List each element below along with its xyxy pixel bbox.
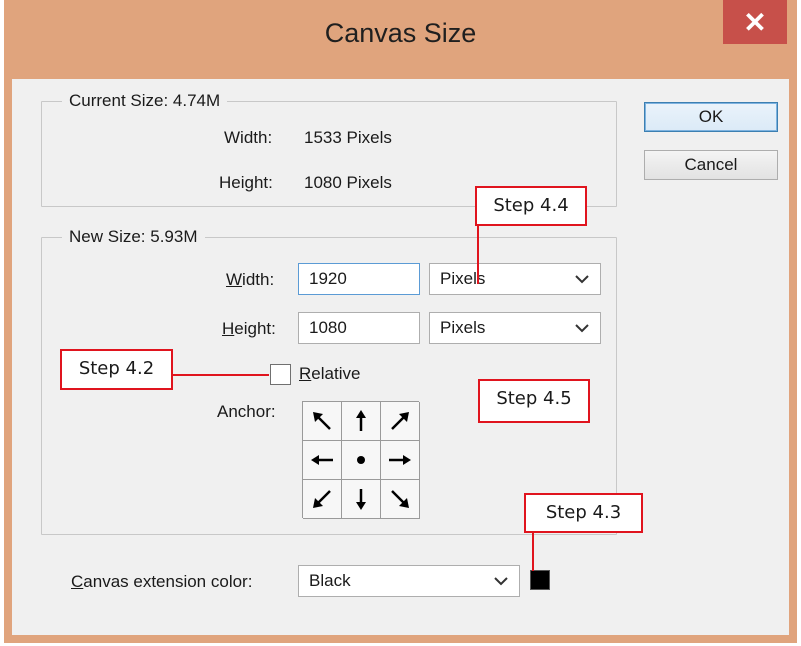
new-height-label: Height: bbox=[222, 318, 276, 340]
anchor-bottom[interactable] bbox=[342, 480, 381, 519]
step-4-4-connector bbox=[477, 224, 479, 284]
current-height-label: Height: bbox=[219, 173, 273, 192]
extension-color-label-mnemonic: C bbox=[71, 572, 84, 591]
arrow-down-left-icon bbox=[313, 490, 331, 508]
anchor-bottom-right[interactable] bbox=[381, 480, 420, 519]
new-height-input[interactable]: 1080 bbox=[298, 312, 420, 344]
new-height-label-mnemonic: H bbox=[222, 319, 235, 338]
current-width-label: Width: bbox=[224, 128, 273, 147]
anchor-label: Anchor: bbox=[217, 402, 276, 421]
extension-color-value: Black bbox=[309, 571, 351, 590]
relative-label-mnemonic: R bbox=[299, 364, 312, 383]
anchor-top[interactable] bbox=[342, 402, 381, 441]
close-button[interactable]: ✕ bbox=[723, 0, 787, 44]
step-4-5-callout: Step 4.5 bbox=[478, 379, 590, 423]
step-4-4-callout: Step 4.4 bbox=[475, 186, 587, 226]
anchor-right[interactable] bbox=[381, 441, 420, 480]
arrow-left-icon bbox=[311, 455, 333, 465]
anchor-grid bbox=[302, 401, 420, 519]
arrow-down-icon bbox=[356, 489, 366, 510]
height-unit-select[interactable]: Pixels bbox=[429, 312, 601, 344]
arrow-up-icon bbox=[356, 410, 366, 431]
anchor-dot-icon bbox=[357, 456, 365, 464]
chevron-down-icon bbox=[494, 577, 508, 586]
dialog-body: Current Size: 4.74M Width: 1533 Pixels H… bbox=[12, 79, 789, 635]
step-4-2-callout: Step 4.2 bbox=[60, 349, 173, 390]
relative-label-text: elative bbox=[311, 364, 361, 383]
chevron-down-icon bbox=[575, 324, 589, 333]
step-4-3-connector bbox=[532, 531, 534, 571]
anchor-left[interactable] bbox=[303, 441, 342, 480]
arrow-up-right-icon bbox=[391, 412, 409, 430]
anchor-bottom-left[interactable] bbox=[303, 480, 342, 519]
arrow-down-right-icon bbox=[391, 490, 409, 508]
height-unit-value: Pixels bbox=[440, 318, 486, 337]
extension-color-label-text: anvas extension color: bbox=[83, 572, 253, 591]
dialog-title: Canvas Size bbox=[324, 18, 477, 48]
extension-color-swatch[interactable] bbox=[530, 570, 550, 590]
extension-color-select[interactable]: Black bbox=[298, 565, 520, 597]
canvas-size-dialog: Canvas Size ✕ Current Size: 4.74M Width:… bbox=[4, 0, 797, 643]
anchor-top-right[interactable] bbox=[381, 402, 420, 441]
step-4-2-connector bbox=[173, 374, 269, 376]
new-height-label-text: eight: bbox=[234, 319, 276, 338]
ok-button[interactable]: OK bbox=[644, 102, 778, 132]
close-icon: ✕ bbox=[743, 6, 767, 38]
arrow-up-left-icon bbox=[313, 412, 331, 430]
new-size-legend: New Size: 5.93M bbox=[62, 226, 205, 248]
anchor-center[interactable] bbox=[342, 441, 381, 480]
cancel-button[interactable]: Cancel bbox=[644, 150, 778, 180]
current-height-value: 1080 Pixels bbox=[304, 173, 392, 192]
chevron-down-icon bbox=[575, 275, 589, 284]
width-unit-select[interactable]: Pixels bbox=[429, 263, 601, 295]
arrow-right-icon bbox=[389, 455, 411, 465]
current-width-value: 1533 Pixels bbox=[304, 128, 392, 147]
extension-color-label: Canvas extension color: bbox=[71, 571, 252, 593]
new-width-label-mnemonic: W bbox=[226, 270, 243, 289]
current-size-legend: Current Size: 4.74M bbox=[62, 90, 228, 112]
new-width-label-text: idth: bbox=[242, 270, 275, 289]
new-width-input[interactable]: 1920 bbox=[298, 263, 420, 295]
title-bar: Canvas Size ✕ bbox=[4, 0, 797, 78]
relative-label[interactable]: Relative bbox=[299, 363, 360, 385]
anchor-top-left[interactable] bbox=[303, 402, 342, 441]
step-4-3-callout: Step 4.3 bbox=[524, 493, 643, 533]
relative-checkbox[interactable] bbox=[270, 364, 291, 385]
new-width-label: Width: bbox=[226, 269, 274, 291]
